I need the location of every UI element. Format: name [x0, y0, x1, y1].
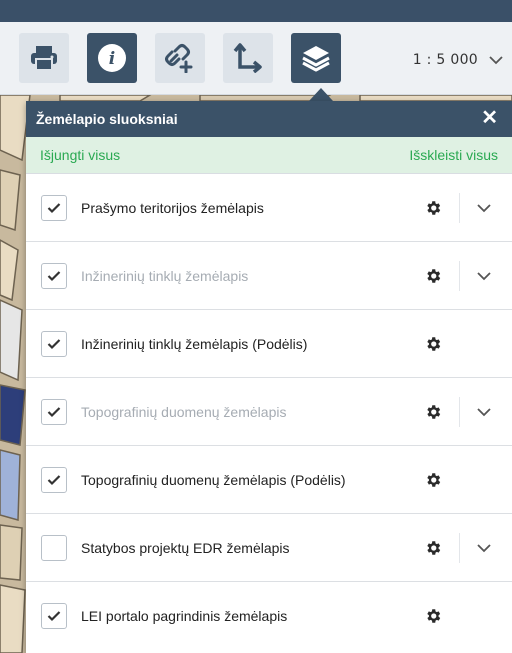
layers-icon: [302, 46, 330, 72]
layers-button[interactable]: [291, 33, 341, 83]
checkmark-icon: [47, 474, 61, 485]
gear-icon[interactable]: [424, 335, 442, 353]
top-bar: [0, 0, 512, 22]
disable-all-link[interactable]: Išjungti visus: [40, 147, 120, 163]
panel-actions: Išjungti visus Išskleisti visus: [26, 137, 512, 174]
checkmark-icon: [47, 270, 61, 281]
layer-checkbox[interactable]: [41, 398, 67, 425]
layer-checkbox[interactable]: [41, 262, 67, 289]
gear-icon[interactable]: [424, 471, 442, 489]
gear-icon[interactable]: [424, 267, 442, 285]
print-button[interactable]: [19, 33, 69, 83]
layers-panel: Žemėlapio sluoksniai ✕ Išjungti visus Iš…: [26, 101, 512, 653]
divider: [459, 192, 460, 223]
checkmark-icon: [47, 610, 61, 621]
checkmark-icon: [47, 338, 61, 349]
layer-row[interactable]: LEI portalo pagrindinis žemėlapis: [26, 582, 512, 649]
checkmark-icon: [47, 202, 61, 213]
panel-pointer: [309, 88, 333, 101]
layer-label: Statybos projektų EDR žemėlapis: [81, 539, 290, 556]
layer-checkbox[interactable]: [41, 466, 67, 493]
panel-header: Žemėlapio sluoksniai ✕: [26, 101, 512, 137]
measure-button[interactable]: [223, 33, 273, 83]
layer-checkbox[interactable]: [41, 602, 67, 629]
link-add-icon: [165, 44, 193, 73]
scale-value[interactable]: 1 : 5 000: [413, 52, 478, 68]
chevron-down-icon[interactable]: [475, 539, 493, 557]
checkmark-icon: [47, 406, 61, 417]
axis-measure-icon: [233, 43, 262, 73]
layer-label: Inžinerinių tinklų žemėlapis: [81, 267, 249, 284]
chevron-down-icon[interactable]: [475, 267, 493, 285]
gear-icon[interactable]: [424, 403, 442, 421]
layer-checkbox[interactable]: [41, 330, 67, 357]
chevron-down-icon[interactable]: [475, 403, 493, 421]
layer-row[interactable]: Statybos projektų EDR žemėlapis: [26, 514, 512, 582]
info-button[interactable]: i: [87, 33, 137, 83]
chevron-down-icon[interactable]: [475, 199, 493, 217]
gear-icon[interactable]: [424, 199, 442, 217]
layer-row[interactable]: Prašymo teritorijos žemėlapis: [26, 174, 512, 242]
gear-icon[interactable]: [424, 607, 442, 625]
info-icon: i: [98, 44, 126, 72]
layer-label: LEI portalo pagrindinis žemėlapis: [81, 607, 288, 624]
link-button[interactable]: [155, 33, 205, 83]
expand-all-link[interactable]: Išskleisti visus: [409, 147, 498, 163]
layer-label: Topografinių duomenų žemėlapis (Podėlis): [81, 471, 346, 488]
printer-icon: [31, 46, 57, 71]
layer-label: Inžinerinių tinklų žemėlapis (Podėlis): [81, 335, 308, 352]
gear-icon[interactable]: [424, 539, 442, 557]
divider: [459, 260, 460, 291]
layer-checkbox[interactable]: [41, 534, 67, 561]
layer-row[interactable]: Inžinerinių tinklų žemėlapis (Podėlis): [26, 310, 512, 378]
layer-row[interactable]: Inžinerinių tinklų žemėlapis: [26, 242, 512, 310]
close-icon[interactable]: ✕: [481, 108, 498, 128]
map-toolbar: i 1 : 5 000: [0, 22, 512, 95]
layer-label: Prašymo teritorijos žemėlapis: [81, 199, 264, 216]
divider: [459, 396, 460, 427]
layer-row[interactable]: Topografinių duomenų žemėlapis (Podėlis): [26, 446, 512, 514]
divider: [459, 532, 460, 563]
chevron-down-icon[interactable]: [486, 48, 506, 70]
layer-row[interactable]: Topografinių duomenų žemėlapis: [26, 378, 512, 446]
layer-list: Prašymo teritorijos žemėlapis Inžinerinių…: [26, 174, 512, 649]
layer-checkbox[interactable]: [41, 194, 67, 221]
panel-title: Žemėlapio sluoksniai: [36, 111, 178, 127]
layer-label: Topografinių duomenų žemėlapis: [81, 403, 287, 420]
svg-text:i: i: [109, 49, 115, 69]
